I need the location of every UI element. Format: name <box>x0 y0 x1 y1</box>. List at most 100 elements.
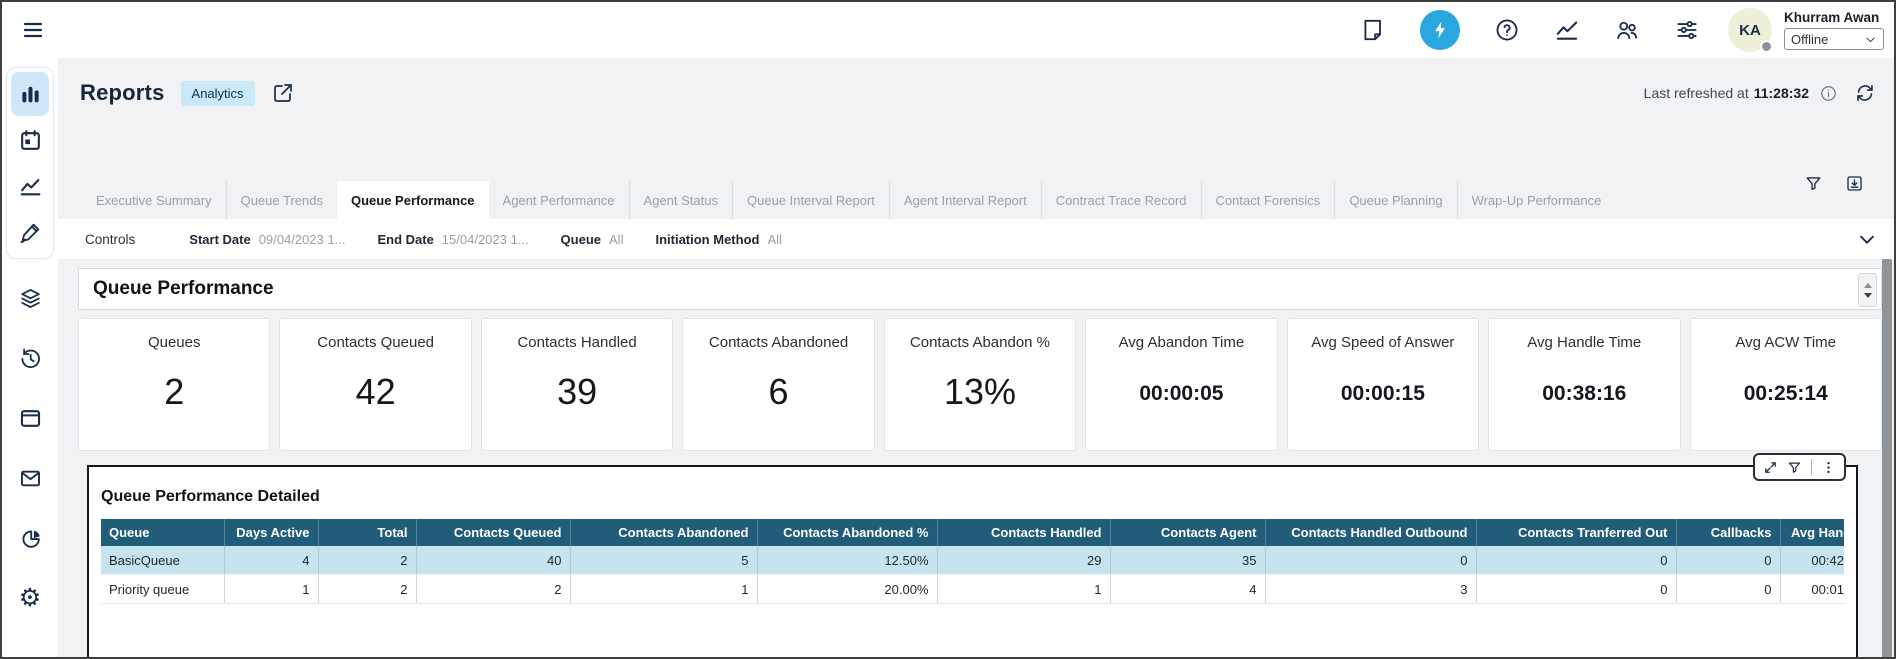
sidebar-item-layers[interactable] <box>11 285 49 311</box>
cell: 20.00% <box>757 575 937 604</box>
report-tabs: Executive Summary Queue Trends Queue Per… <box>82 181 1894 219</box>
controls-collapse-chevron-icon[interactable] <box>1856 228 1878 250</box>
kpi-card-contacts-queued: Contacts Queued 42 <box>279 318 471 451</box>
kpi-label: Contacts Abandon % <box>885 334 1075 351</box>
kpi-label: Contacts Handled <box>482 334 672 351</box>
col-callbacks[interactable]: Callbacks <box>1676 519 1780 546</box>
col-contacts-handled[interactable]: Contacts Handled <box>937 519 1110 546</box>
cell: 2 <box>318 546 416 575</box>
col-total[interactable]: Total <box>318 519 416 546</box>
kpi-value: 00:38:16 <box>1489 382 1679 406</box>
content-header: Reports Analytics Last refreshed at 11:2… <box>80 80 1876 106</box>
scrollbar-thumb[interactable] <box>1882 259 1892 659</box>
sidebar-item-line-chart[interactable] <box>11 164 49 208</box>
external-link-icon[interactable] <box>271 81 295 105</box>
tab-queue-trends[interactable]: Queue Trends <box>226 181 337 219</box>
metrics-icon[interactable] <box>1554 17 1580 43</box>
layers-icon <box>18 286 43 311</box>
control-initiation-method[interactable]: Initiation Method All <box>655 232 781 247</box>
cell: 3 <box>1265 575 1476 604</box>
section-stepper[interactable] <box>1858 273 1877 307</box>
cell: BasicQueue <box>101 546 224 575</box>
tab-executive-summary[interactable]: Executive Summary <box>82 181 226 219</box>
hamburger-menu-icon[interactable] <box>18 15 48 45</box>
widget-toolbar <box>1753 453 1846 481</box>
sidebar-item-settings[interactable]: ⚙ <box>11 585 49 611</box>
main-content: Reports Analytics Last refreshed at 11:2… <box>58 58 1894 659</box>
tab-agent-interval-report[interactable]: Agent Interval Report <box>889 181 1041 219</box>
step-up-icon <box>1864 283 1872 288</box>
col-avg-handle[interactable]: Avg Handl.. <box>1780 519 1844 546</box>
lightning-icon[interactable] <box>1420 10 1460 50</box>
refresh-icon[interactable] <box>1854 82 1876 104</box>
sidebar-item-pie-chart[interactable] <box>11 525 49 551</box>
cell: 40 <box>416 546 570 575</box>
kpi-card-contacts-abandoned: Contacts Abandoned 6 <box>682 318 874 451</box>
pie-chart-icon <box>18 526 43 551</box>
tab-queue-performance[interactable]: Queue Performance <box>337 181 489 219</box>
tab-agent-performance[interactable]: Agent Performance <box>489 181 629 219</box>
col-contacts-agent[interactable]: Contacts Agent <box>1110 519 1265 546</box>
sidebar-group <box>6 67 54 259</box>
user-block: KA Khurram Awan Offline <box>1728 8 1884 52</box>
col-contacts-tranferred-out[interactable]: Contacts Tranferred Out <box>1476 519 1676 546</box>
control-end-date[interactable]: End Date 15/04/2023 1... <box>377 232 528 247</box>
users-icon[interactable] <box>1614 17 1640 43</box>
col-days-active[interactable]: Days Active <box>224 519 318 546</box>
help-icon[interactable] <box>1494 17 1520 43</box>
control-label: End Date <box>377 232 433 247</box>
control-queue[interactable]: Queue All <box>561 232 624 247</box>
step-down-icon <box>1864 293 1872 298</box>
widget-filter-icon[interactable] <box>1787 460 1802 475</box>
status-select[interactable]: Offline <box>1784 28 1884 50</box>
cell: 35 <box>1110 546 1265 575</box>
kebab-menu-icon[interactable] <box>1821 460 1836 475</box>
tab-contact-forensics[interactable]: Contact Forensics <box>1201 181 1335 219</box>
kpi-card-contacts-abandon-pct: Contacts Abandon % 13% <box>884 318 1076 451</box>
status-dot <box>1760 40 1773 53</box>
vertical-scrollbar[interactable] <box>1882 259 1892 659</box>
kpi-label: Avg Handle Time <box>1489 334 1679 351</box>
cell: 0 <box>1676 575 1780 604</box>
control-start-date[interactable]: Start Date 09/04/2023 1... <box>189 232 345 247</box>
last-refreshed-time: 11:28:32 <box>1754 85 1809 101</box>
expand-icon[interactable] <box>1763 460 1778 475</box>
tab-queue-planning[interactable]: Queue Planning <box>1334 181 1456 219</box>
tab-queue-interval-report[interactable]: Queue Interval Report <box>732 181 889 219</box>
col-contacts-queued[interactable]: Contacts Queued <box>416 519 570 546</box>
cell: 1 <box>224 575 318 604</box>
sidebar-item-mail[interactable] <box>11 465 49 491</box>
sidebar-item-design[interactable] <box>11 210 49 254</box>
table-row-basicqueue[interactable]: BasicQueue 4 2 40 5 12.50% 29 35 0 0 0 <box>101 546 1844 575</box>
col-contacts-handled-outbound[interactable]: Contacts Handled Outbound <box>1265 519 1476 546</box>
design-icon <box>18 220 43 245</box>
sidebar-item-reports[interactable] <box>11 72 49 116</box>
sidebar-item-window[interactable] <box>11 405 49 431</box>
kpi-card-avg-abandon-time: Avg Abandon Time 00:00:05 <box>1085 318 1277 451</box>
sidebar-item-history[interactable] <box>11 345 49 371</box>
col-contacts-abandoned[interactable]: Contacts Abandoned <box>570 519 757 546</box>
cell: 12.50% <box>757 546 937 575</box>
col-contacts-abandoned-pct[interactable]: Contacts Abandoned % <box>757 519 937 546</box>
tab-wrap-up-performance[interactable]: Wrap-Up Performance <box>1457 181 1616 219</box>
tab-agent-status[interactable]: Agent Status <box>629 181 732 219</box>
notes-icon[interactable] <box>1360 17 1386 43</box>
kpi-value: 13% <box>885 371 1075 413</box>
mail-icon <box>18 466 43 491</box>
cell: 4 <box>1110 575 1265 604</box>
info-icon[interactable] <box>1819 84 1838 103</box>
kpi-label: Avg Abandon Time <box>1086 334 1276 351</box>
col-queue[interactable]: Queue <box>101 519 224 546</box>
tab-contract-trace-record[interactable]: Contract Trace Record <box>1041 181 1201 219</box>
sidebar-secondary: ⚙ <box>11 285 49 611</box>
cell: 1 <box>570 575 757 604</box>
table-row-priority-queue[interactable]: Priority queue 1 2 2 1 20.00% 1 4 3 0 0 <box>101 575 1844 604</box>
sidebar-item-calendar[interactable] <box>11 118 49 162</box>
status-value: Offline <box>1791 32 1828 47</box>
sliders-icon[interactable] <box>1674 17 1700 43</box>
calendar-icon <box>18 128 43 153</box>
avatar[interactable]: KA <box>1728 8 1772 52</box>
queue-performance-detailed-widget: Queue Performance Detailed Queue <box>87 465 1858 659</box>
controls-bar: Controls Start Date 09/04/2023 1... End … <box>58 219 1894 259</box>
table-wrapper: Queue Days Active Total Contacts Queued … <box>101 519 1844 604</box>
